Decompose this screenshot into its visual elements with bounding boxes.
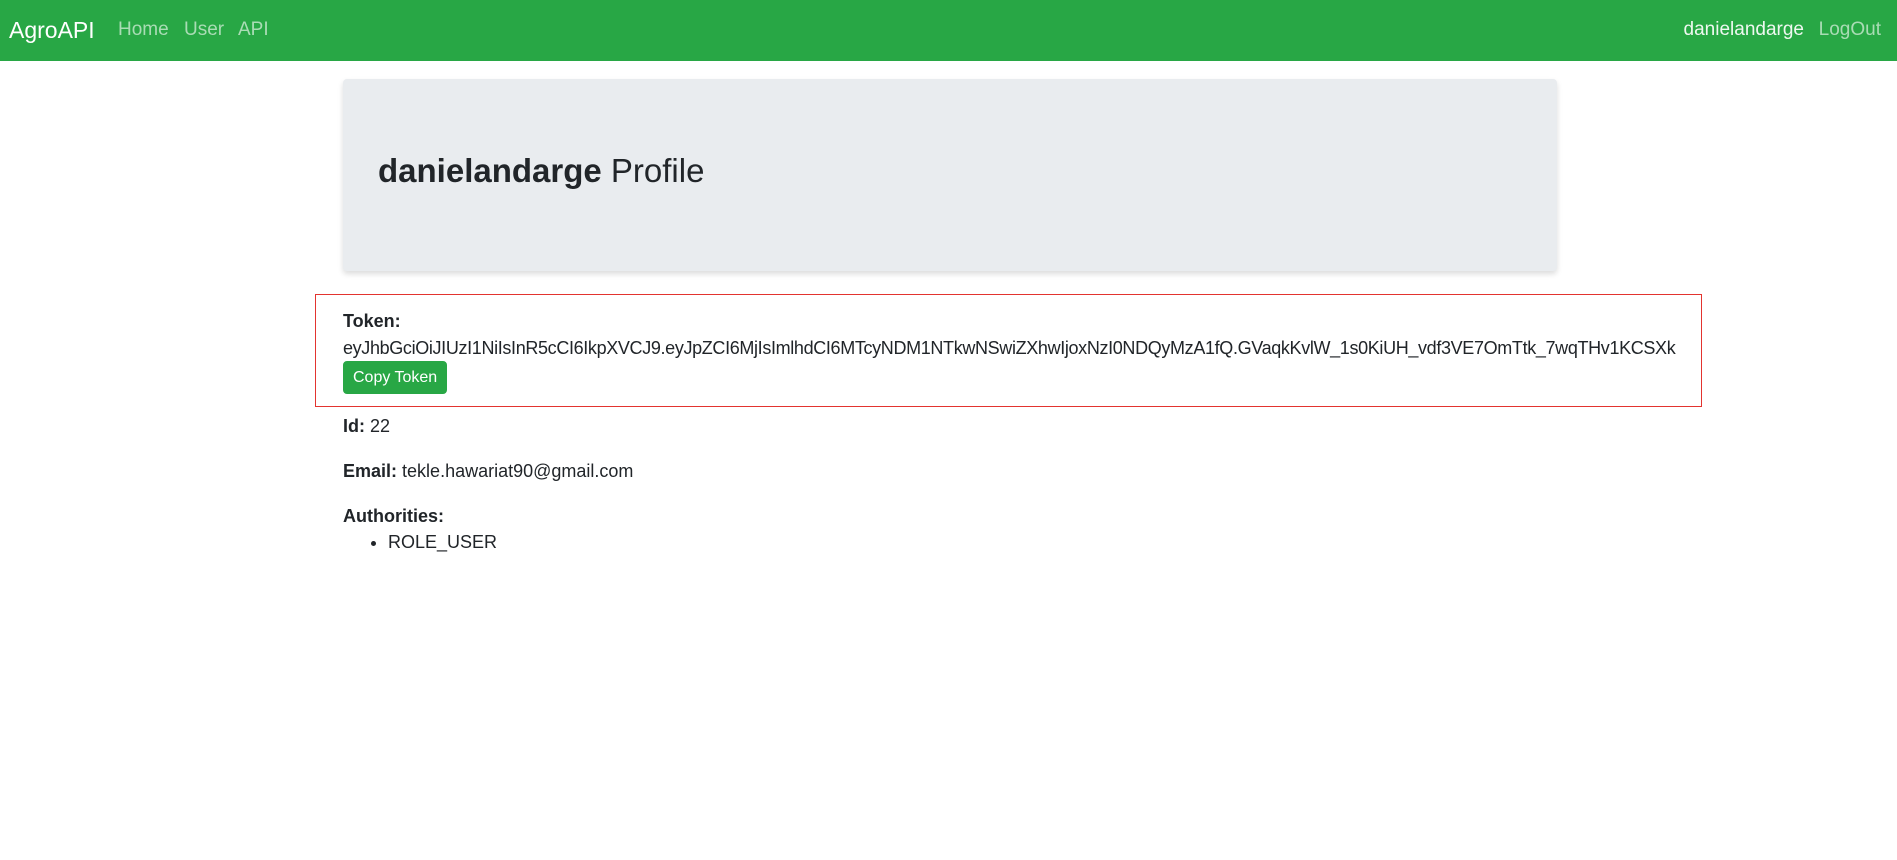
email-field: Email: tekle.hawariat90@gmail.com: [343, 459, 633, 483]
nav-link-api[interactable]: API: [238, 18, 269, 42]
token-value: eyJhbGciOiJIUzI1NiIsInR5cCI6IkpXVCJ9.eyJ…: [343, 338, 1676, 358]
id-value: 22: [370, 416, 391, 436]
authorities-list: ROLE_USER: [343, 530, 497, 554]
list-item: ROLE_USER: [388, 530, 497, 554]
nav-username-link[interactable]: danielandarge: [1684, 18, 1804, 42]
email-label: Email:: [343, 461, 398, 481]
token-label: Token:: [343, 311, 401, 331]
id-field: Id: 22: [343, 414, 390, 438]
copy-token-button[interactable]: Copy Token: [343, 361, 448, 394]
profile-title-suffix: Profile: [610, 152, 705, 189]
top-navbar: AgroAPI Home User API danielandarge LogO…: [0, 0, 1897, 61]
email-value: tekle.hawariat90@gmail.com: [402, 461, 634, 481]
page-title: danielandarge Profile: [378, 151, 704, 191]
authorities-label: Authorities:: [343, 506, 444, 526]
nav-link-user[interactable]: User: [184, 18, 224, 42]
nav-link-home[interactable]: Home: [118, 18, 169, 42]
profile-username: danielandarge: [378, 152, 602, 189]
profile-header: danielandarge Profile: [343, 79, 1557, 271]
id-label: Id:: [343, 416, 365, 436]
logout-link[interactable]: LogOut: [1819, 18, 1881, 42]
brand-link[interactable]: AgroAPI: [9, 16, 95, 44]
token-section: Token: eyJhbGciOiJIUzI1NiIsInR5cCI6IkpXV…: [315, 294, 1702, 407]
